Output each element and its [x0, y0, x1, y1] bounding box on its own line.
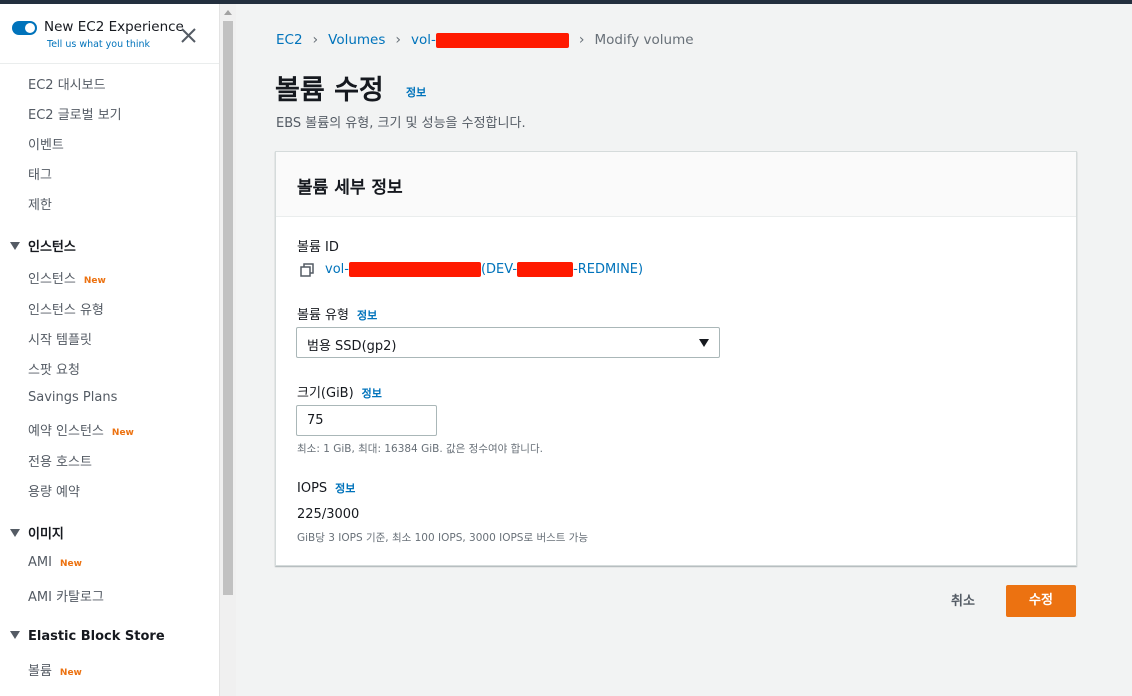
iops-value: 225/3000: [297, 507, 360, 522]
caret-down-icon: [10, 242, 20, 250]
section-label: 인스턴스: [28, 240, 76, 255]
redaction-mark: [435, 32, 569, 48]
chevron-right-icon: ›: [312, 32, 319, 48]
caret-down-icon: [10, 529, 20, 537]
sidebar-section-instances[interactable]: 인스턴스: [10, 236, 76, 255]
page-title: 볼륨 수정: [275, 75, 384, 106]
feedback-link[interactable]: Tell us what you think: [47, 39, 150, 50]
sidebar-item-events[interactable]: 이벤트: [28, 134, 64, 153]
chevron-right-icon: ›: [578, 32, 585, 48]
modify-button[interactable]: 수정: [1006, 585, 1076, 617]
dropdown-arrow-icon: [699, 339, 709, 347]
sidebar-item-savings-plans[interactable]: Savings Plans: [28, 390, 117, 405]
sidebar-item-ami-catalog[interactable]: AMI 카탈로그: [28, 586, 104, 605]
sidebar-item-label: 인스턴스: [28, 272, 76, 287]
sidebar: New EC2 Experience Tell us what you thin…: [0, 4, 219, 696]
sidebar-item-label: 예약 인스턴스: [28, 424, 104, 439]
volume-type-value: 범용 SSD(gp2): [307, 339, 397, 354]
close-icon[interactable]: [180, 27, 197, 44]
new-badge: New: [83, 276, 106, 286]
breadcrumb-current: Modify volume: [594, 32, 694, 48]
panel-header: 볼륨 세부 정보: [276, 152, 1076, 217]
volume-id-prefix: vol-: [325, 262, 349, 277]
volume-type-select[interactable]: 범용 SSD(gp2): [296, 327, 720, 358]
sidebar-item-dedicated-hosts[interactable]: 전용 호스트: [28, 451, 92, 470]
sidebar-item-volumes[interactable]: 볼륨 New: [28, 660, 82, 679]
breadcrumb-ec2[interactable]: EC2: [276, 32, 303, 48]
label-text: 크기(GiB): [297, 386, 354, 401]
volume-id-link[interactable]: vol- (DEV- -REDMINE): [300, 262, 643, 277]
size-label: 크기(GiB) 정보: [297, 382, 382, 401]
sidebar-scrollbar[interactable]: [219, 4, 236, 696]
iops-info-link[interactable]: 정보: [335, 482, 355, 495]
sidebar-item-ec2-dashboard[interactable]: EC2 대시보드: [28, 74, 106, 93]
sidebar-item-ec2-global-view[interactable]: EC2 글로벌 보기: [28, 104, 122, 123]
sidebar-item-ami[interactable]: AMI New: [28, 555, 82, 570]
section-label: 이미지: [28, 527, 64, 542]
sidebar-item-spot-requests[interactable]: 스팟 요청: [28, 359, 80, 378]
label-text: IOPS: [297, 481, 328, 496]
page-description: EBS 볼륨의 유형, 크기 및 성능을 수정합니다.: [276, 116, 526, 131]
scrollbar-thumb[interactable]: [223, 21, 233, 595]
new-badge: New: [59, 668, 82, 678]
breadcrumb-volume-id[interactable]: vol-: [411, 32, 569, 48]
size-info-link[interactable]: 정보: [362, 387, 382, 400]
sidebar-section-ebs[interactable]: Elastic Block Store: [10, 629, 165, 644]
cancel-button[interactable]: 취소: [933, 590, 993, 612]
sidebar-item-instances[interactable]: 인스턴스 New: [28, 268, 106, 287]
new-experience-title: New EC2 Experience: [44, 19, 184, 35]
volume-name-prefix: (DEV-: [480, 262, 518, 277]
sidebar-item-label: AMI: [28, 555, 52, 570]
panel-title: 볼륨 세부 정보: [297, 178, 403, 198]
page-info-link[interactable]: 정보: [406, 84, 426, 100]
volume-id-label: 볼륨 ID: [297, 240, 339, 255]
redaction-mark: [348, 262, 481, 277]
volume-prefix: vol-: [411, 32, 436, 48]
redaction-mark: [517, 262, 574, 277]
breadcrumb-volumes[interactable]: Volumes: [328, 32, 385, 48]
chevron-right-icon: ›: [395, 32, 402, 48]
iops-hint: GiB당 3 IOPS 기준, 최소 100 IOPS, 3000 IOPS로 …: [297, 532, 589, 544]
size-hint: 최소: 1 GiB, 최대: 16384 GiB. 값은 정수여야 합니다.: [297, 443, 543, 455]
sidebar-item-tags[interactable]: 태그: [28, 164, 52, 183]
sidebar-item-launch-templates[interactable]: 시작 템플릿: [28, 329, 92, 348]
volume-name-suffix: -REDMINE): [573, 262, 644, 277]
section-label: Elastic Block Store: [28, 629, 165, 644]
sidebar-item-capacity-reservations[interactable]: 용량 예약: [28, 481, 80, 500]
new-experience-toggle[interactable]: [12, 21, 37, 35]
caret-down-icon: [10, 631, 20, 639]
new-badge: New: [111, 428, 134, 438]
volume-type-label: 볼륨 유형 정보: [297, 304, 377, 323]
breadcrumb: EC2 › Volumes › vol- › Modify volume: [276, 32, 694, 48]
iops-label: IOPS 정보: [297, 480, 355, 496]
size-input[interactable]: 75: [296, 405, 437, 436]
sidebar-item-limits[interactable]: 제한: [28, 194, 52, 213]
label-text: 볼륨 유형: [297, 308, 349, 323]
new-experience-header: New EC2 Experience Tell us what you thin…: [0, 4, 219, 64]
volume-type-info-link[interactable]: 정보: [357, 309, 377, 322]
sidebar-item-reserved-instances[interactable]: 예약 인스턴스 New: [28, 420, 134, 439]
sidebar-section-images[interactable]: 이미지: [10, 523, 64, 542]
toggle-knob: [25, 23, 35, 33]
volume-details-panel: 볼륨 세부 정보 볼륨 ID vol- (DEV- -REDMINE) 볼륨 유…: [275, 151, 1077, 566]
copy-icon[interactable]: [300, 262, 314, 277]
sidebar-item-instance-types[interactable]: 인스턴스 유형: [28, 299, 104, 318]
sidebar-item-label: 볼륨: [28, 664, 52, 679]
new-badge: New: [59, 559, 82, 569]
scroll-up-icon[interactable]: [224, 10, 232, 15]
